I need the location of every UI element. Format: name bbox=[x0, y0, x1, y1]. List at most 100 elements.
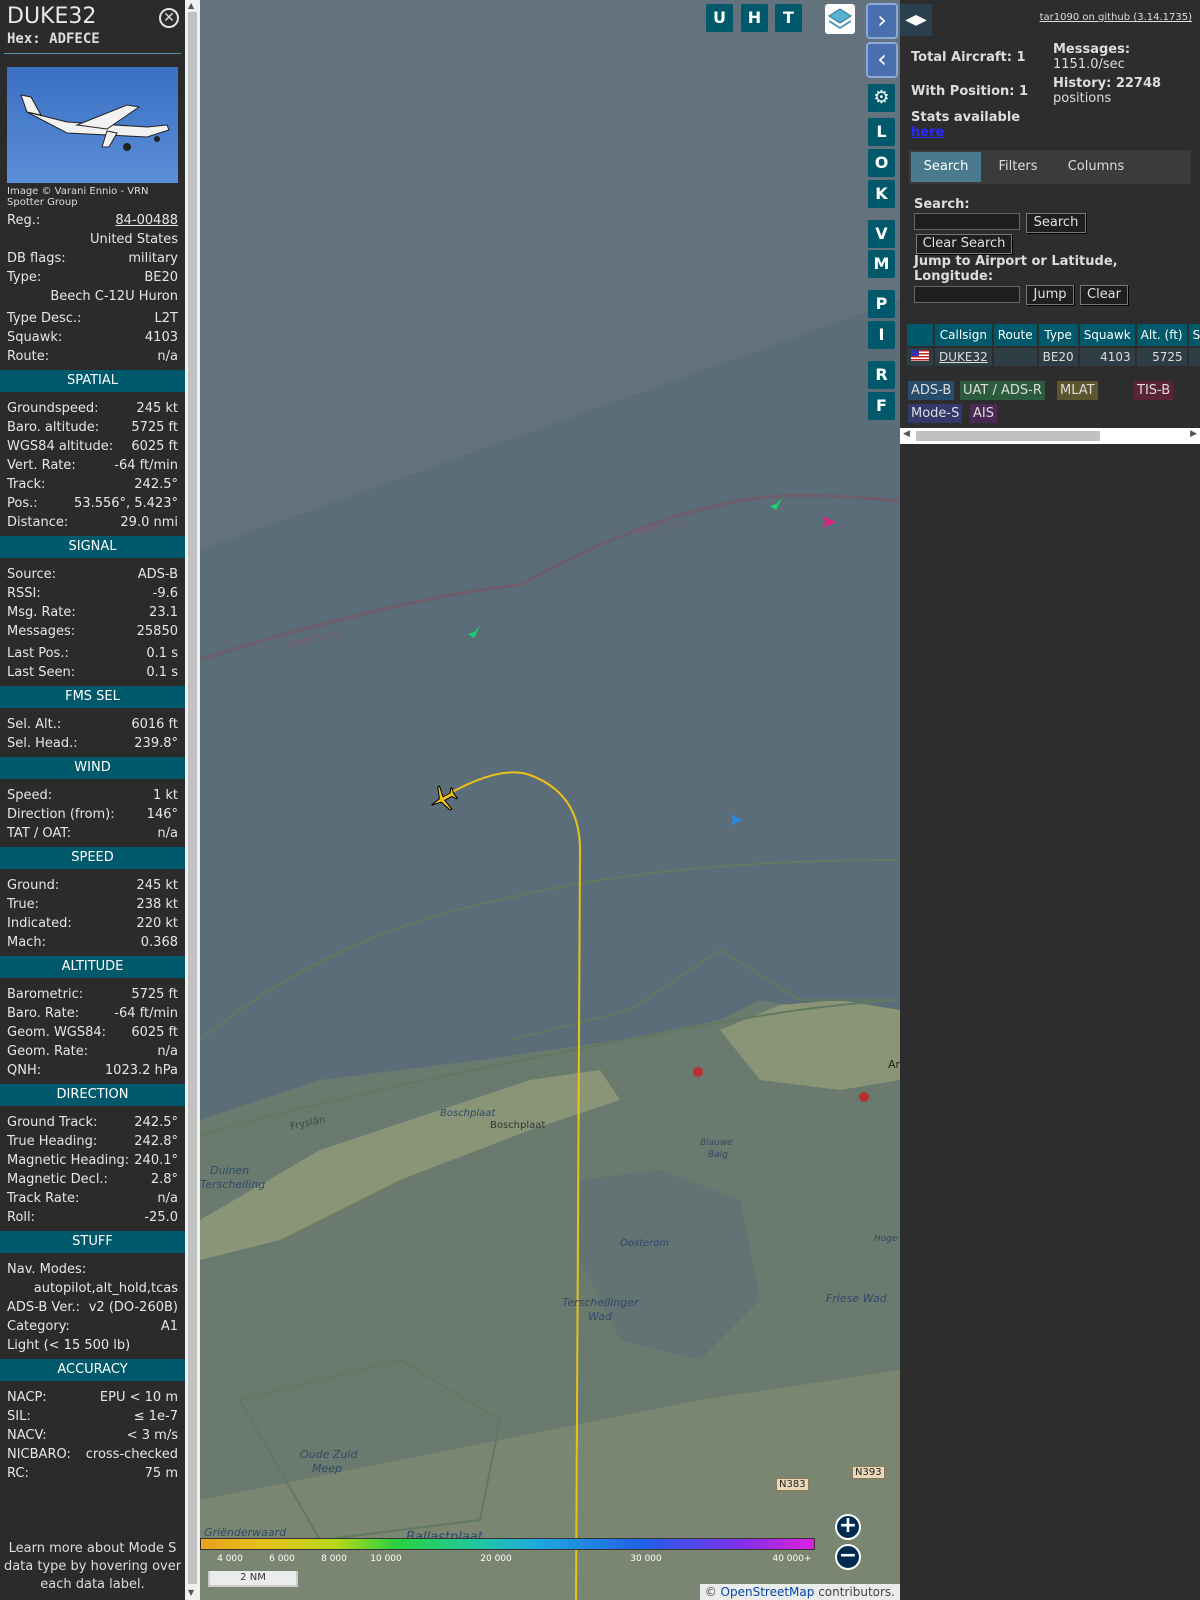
detail-row: Mach: 0.368 bbox=[0, 933, 185, 952]
detail-value[interactable]: 84-00488 bbox=[115, 211, 178, 230]
altitude-tick-label: 4 000 bbox=[217, 1554, 243, 1564]
map-button-p[interactable]: P bbox=[868, 290, 895, 318]
map-button-o[interactable]: O bbox=[868, 149, 895, 177]
map-button-h[interactable]: H bbox=[741, 4, 768, 32]
sidebar-scrollbar[interactable]: ▲ ▼ bbox=[185, 0, 200, 1600]
detail-label: Vert. Rate: bbox=[7, 458, 76, 473]
column-header[interactable]: Callsign bbox=[935, 324, 992, 346]
column-header[interactable]: Spd. bbox=[1188, 324, 1200, 346]
search-input[interactable] bbox=[914, 213, 1020, 230]
cell-type: BE20 bbox=[1038, 348, 1078, 366]
map-button-m[interactable]: M bbox=[868, 250, 895, 278]
detail-row: Sel. Head.: 239.8° bbox=[0, 734, 185, 753]
detail-value: Beech C-12U Huron bbox=[50, 289, 178, 304]
zoom-out-icon[interactable]: − bbox=[835, 1544, 861, 1570]
detail-row: NACP: EPU < 10 m bbox=[0, 1388, 185, 1407]
detail-label: SIL: bbox=[7, 1409, 31, 1424]
scroll-right-arrow-icon[interactable]: ▶ bbox=[1190, 429, 1197, 439]
cell-callsign[interactable]: DUKE32 bbox=[935, 348, 992, 366]
detail-label: Source: bbox=[7, 567, 57, 582]
aircraft-photo[interactable] bbox=[7, 67, 178, 183]
stats-link[interactable]: here bbox=[911, 125, 944, 140]
map-view[interactable]: Nederland Nederland Fryslân Boschplaat B… bbox=[200, 0, 900, 1600]
tab-columns[interactable]: Columns bbox=[1055, 152, 1137, 182]
map-label: Duinen bbox=[210, 1164, 250, 1177]
zoom-in-icon[interactable]: + bbox=[835, 1514, 861, 1540]
map-button-u[interactable]: U bbox=[706, 4, 733, 32]
detail-row: NACV: < 3 m/s bbox=[0, 1426, 185, 1445]
detail-value: 239.8° bbox=[134, 736, 178, 751]
map-button-r[interactable]: R bbox=[868, 361, 895, 389]
detail-value: 220 kt bbox=[136, 916, 178, 931]
messages-value: 1151.0/sec bbox=[1053, 57, 1125, 72]
settings-gear-icon[interactable]: ⚙ bbox=[868, 84, 895, 112]
column-header[interactable] bbox=[907, 324, 933, 346]
chevron-left-icon[interactable]: ‹ bbox=[866, 42, 898, 78]
with-position: With Position: 1 bbox=[911, 84, 1029, 99]
detail-row: autopilot,alt_hold,tcas bbox=[0, 1279, 185, 1298]
column-header[interactable]: Type bbox=[1038, 324, 1078, 346]
detail-label: Last Pos.: bbox=[7, 646, 69, 661]
aircraft-marker-icon[interactable] bbox=[728, 812, 744, 828]
map-label: Oosterom bbox=[620, 1238, 670, 1249]
chevron-right-icon[interactable]: › bbox=[866, 3, 898, 39]
jump-input[interactable] bbox=[914, 286, 1020, 303]
map-button-i[interactable]: I bbox=[868, 321, 895, 349]
detail-value: 6016 ft bbox=[131, 717, 178, 732]
map-button-k[interactable]: K bbox=[868, 180, 895, 208]
detail-value: n/a bbox=[157, 1191, 178, 1206]
detail-label: QNH: bbox=[7, 1063, 42, 1078]
aircraft-marker-icon[interactable] bbox=[820, 514, 838, 530]
clear-button[interactable]: Clear bbox=[1080, 285, 1128, 305]
detail-value: ≤ 1e-7 bbox=[133, 1409, 178, 1424]
table-body: DUKE32 BE20 4103 5725 bbox=[907, 348, 1200, 366]
detail-row: Track Rate: n/a bbox=[0, 1189, 185, 1208]
horizontal-scrollbar[interactable]: ◀ ▶ bbox=[900, 428, 1200, 444]
map-label: Balg bbox=[708, 1150, 728, 1160]
scroll-up-arrow-icon[interactable]: ▲ bbox=[188, 1, 194, 10]
detail-label: NICBARO: bbox=[7, 1447, 71, 1462]
detail-row: Geom. Rate: n/a bbox=[0, 1042, 185, 1061]
detail-row: Messages: 25850 bbox=[0, 622, 185, 641]
section-header: SIGNAL bbox=[0, 536, 185, 558]
close-icon[interactable]: ✕ bbox=[159, 8, 179, 28]
scroll-down-arrow-icon[interactable]: ▼ bbox=[188, 1588, 194, 1597]
cell-squawk: 4103 bbox=[1079, 348, 1135, 366]
stats-text: Stats available bbox=[911, 110, 1021, 125]
altitude-tick-label: 6 000 bbox=[269, 1554, 295, 1564]
jump-button[interactable]: Jump bbox=[1026, 285, 1074, 305]
search-button[interactable]: Search bbox=[1026, 213, 1086, 233]
column-header[interactable]: Alt. (ft) bbox=[1136, 324, 1187, 346]
detail-value: 240.1° bbox=[134, 1153, 178, 1168]
map-label: Ar bbox=[888, 1058, 900, 1071]
tab-search[interactable]: Search bbox=[911, 152, 981, 182]
column-header[interactable]: Route bbox=[993, 324, 1037, 346]
detail-label: Geom. WGS84: bbox=[7, 1025, 107, 1040]
detail-row: WGS84 altitude: 6025 ft bbox=[0, 437, 185, 456]
clear-search-button[interactable]: Clear Search bbox=[916, 234, 1012, 254]
map-button-t[interactable]: T bbox=[775, 4, 802, 32]
altitude-tick-label: 8 000 bbox=[321, 1554, 347, 1564]
tab-filters[interactable]: Filters bbox=[983, 152, 1053, 182]
aircraft-marker-icon[interactable] bbox=[768, 496, 784, 512]
table-row[interactable]: DUKE32 BE20 4103 5725 bbox=[907, 348, 1200, 366]
map-button-f[interactable]: F bbox=[868, 392, 895, 420]
column-header[interactable]: Squawk bbox=[1079, 324, 1135, 346]
map-button-l[interactable]: L bbox=[868, 118, 895, 146]
map-button-v[interactable]: V bbox=[868, 220, 895, 248]
aircraft-marker-icon[interactable] bbox=[428, 784, 458, 814]
github-link[interactable]: tar1090 on github (3.14.1735) bbox=[1040, 12, 1192, 23]
detail-value: cross-checked bbox=[85, 1447, 178, 1462]
detail-value: -25.0 bbox=[144, 1210, 178, 1225]
detail-label: Direction (from): bbox=[7, 807, 115, 822]
scrollbar-thumb[interactable] bbox=[916, 431, 1100, 441]
aircraft-marker-icon[interactable] bbox=[466, 624, 482, 640]
expand-collapse-icon[interactable]: ◀▶ bbox=[900, 4, 932, 36]
scrollbar-thumb[interactable] bbox=[188, 12, 197, 1584]
scroll-left-arrow-icon[interactable]: ◀ bbox=[903, 429, 910, 439]
detail-row: Type: BE20 bbox=[0, 268, 185, 287]
source-badge: Mode-S bbox=[908, 404, 963, 423]
section-header: WIND bbox=[0, 757, 185, 779]
layers-icon[interactable] bbox=[825, 4, 855, 34]
openstreetmap-link[interactable]: OpenStreetMap bbox=[721, 1585, 815, 1599]
